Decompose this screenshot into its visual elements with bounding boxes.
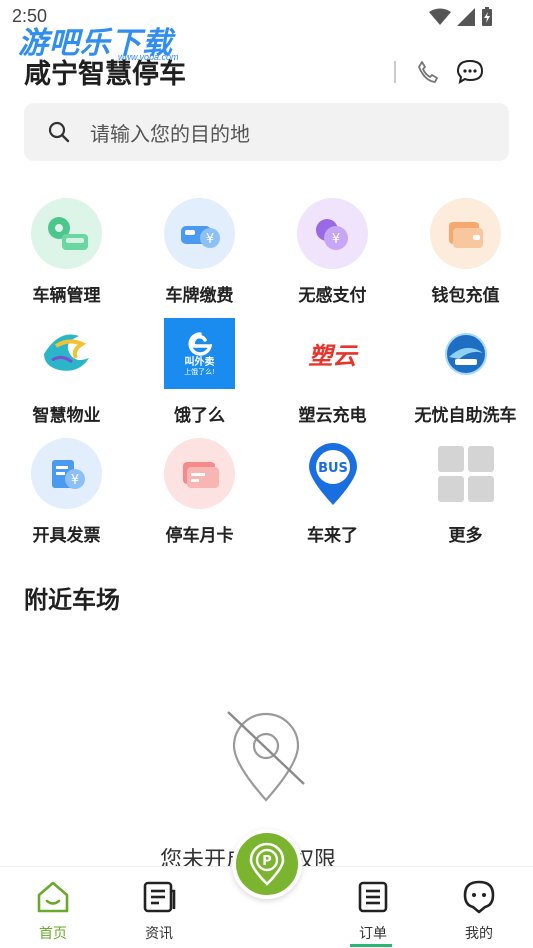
grid-item-bus[interactable]: BUS 车来了: [266, 438, 399, 550]
grid-item-invoice[interactable]: ¥ 开具发票: [0, 438, 133, 550]
plate-pay-icon: ¥: [164, 198, 235, 269]
bus-icon: BUS: [297, 438, 368, 509]
parking-button[interactable]: P: [232, 829, 302, 899]
grid-label: 饿了么: [174, 406, 225, 426]
grid-label: 车辆管理: [32, 286, 101, 306]
grid-label: 无忧自助洗车: [414, 406, 517, 426]
grid-label: 无感支付: [298, 286, 367, 306]
grid-item-eleme[interactable]: 叫外卖 上饿了么! 饿了么: [133, 318, 266, 430]
grid-label: 智慧物业: [32, 406, 101, 426]
search-icon: [48, 121, 70, 143]
suyun-logo-text: 塑云: [308, 342, 357, 370]
header-divider: [394, 61, 396, 83]
grid-label: 更多: [448, 526, 483, 546]
grid-label: 开具发票: [32, 526, 101, 546]
news-icon: [143, 881, 176, 913]
phone-icon[interactable]: [414, 58, 442, 86]
tab-orders[interactable]: 订单: [343, 879, 403, 943]
eleme-slogan-2: 上饿了么!: [184, 367, 215, 376]
grid-item-wallet[interactable]: 钱包充值: [399, 198, 532, 310]
car-manage-icon: [31, 198, 102, 269]
carwash-logo-icon: [430, 318, 501, 389]
grid-label: 车牌缴费: [165, 286, 234, 306]
monthly-card-icon: [164, 438, 235, 509]
grid-item-carwash[interactable]: 无忧自助洗车: [399, 318, 532, 430]
grid-item-monthly-card[interactable]: 停车月卡: [133, 438, 266, 550]
tab-home[interactable]: 首页: [23, 879, 83, 943]
parking-icon: P: [249, 842, 285, 886]
grid-item-car-manage[interactable]: 车辆管理: [0, 198, 133, 310]
chat-icon[interactable]: [456, 58, 484, 86]
grid-item-more[interactable]: 更多: [399, 438, 532, 550]
svg-text:¥: ¥: [331, 232, 339, 247]
grid-item-plate-pay[interactable]: ¥ 车牌缴费: [133, 198, 266, 310]
search-bar[interactable]: 请输入您的目的地: [24, 103, 509, 161]
location-off-icon: [224, 708, 308, 804]
grid-item-property[interactable]: 智慧物业: [0, 318, 133, 430]
home-icon: [37, 881, 69, 913]
tab-label: 首页: [39, 926, 67, 942]
section-title-nearby: 附近车场: [24, 586, 120, 614]
page-title: 咸宁智慧停车: [24, 59, 186, 90]
wallet-icon: [430, 198, 501, 269]
grid-item-auto-pay[interactable]: ¥ 无感支付: [266, 198, 399, 310]
battery-icon: [482, 7, 492, 26]
auto-pay-icon: ¥: [297, 198, 368, 269]
svg-text:P: P: [262, 854, 272, 869]
grid-label: 车来了: [307, 526, 358, 546]
suyun-logo-icon: 塑云: [297, 318, 368, 389]
svg-text:¥: ¥: [205, 232, 213, 247]
grid-item-suyun[interactable]: 塑云 塑云充电: [266, 318, 399, 430]
wifi-icon: [429, 8, 451, 25]
svg-text:¥: ¥: [70, 473, 78, 488]
more-grid-icon: [430, 438, 501, 509]
grid-label: 塑云充电: [298, 406, 367, 426]
bus-text: BUS: [318, 461, 348, 476]
invoice-icon: ¥: [31, 438, 102, 509]
profile-icon: [463, 880, 495, 914]
tab-label: 资讯: [145, 926, 173, 942]
tab-label: 订单: [359, 926, 387, 942]
signal-icon: [457, 8, 475, 26]
order-icon: [358, 881, 388, 913]
property-logo-icon: [31, 318, 102, 389]
status-icons: [429, 7, 493, 27]
tab-indicator: [350, 944, 392, 947]
tab-profile[interactable]: 我的: [449, 879, 509, 943]
search-input[interactable]: 请输入您的目的地: [90, 118, 250, 147]
eleme-slogan-1: 叫外卖: [184, 356, 215, 368]
header: 咸宁智慧停车: [24, 52, 494, 90]
grid-label: 钱包充值: [431, 286, 500, 306]
grid-label: 停车月卡: [165, 526, 234, 546]
tab-label: 我的: [465, 926, 493, 942]
eleme-logo-icon: 叫外卖 上饿了么!: [164, 318, 235, 389]
tab-news[interactable]: 资讯: [129, 879, 189, 943]
